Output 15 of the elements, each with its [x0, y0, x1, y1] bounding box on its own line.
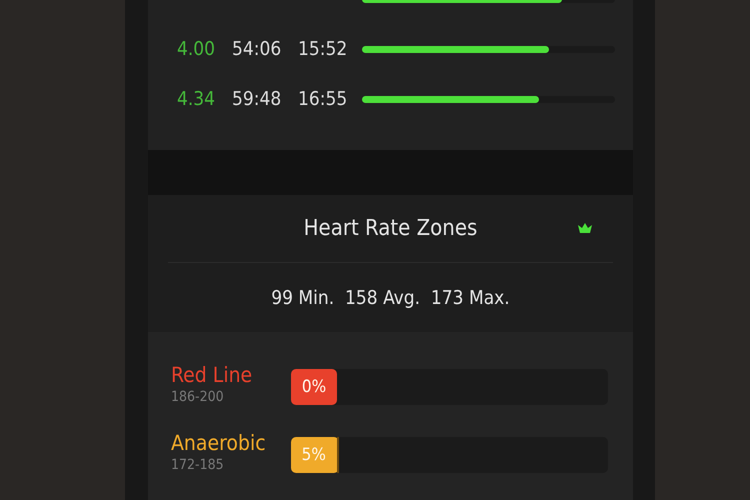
- zone-range: 172-185: [171, 456, 225, 474]
- section-title: Heart Rate Zones: [304, 216, 478, 241]
- pace-value: 16:55: [298, 88, 348, 110]
- zone-range: 186-200: [171, 388, 225, 406]
- mile-value: 4.34: [177, 88, 216, 110]
- zone-name: Red Line: [171, 362, 254, 388]
- zone-percent: 0%: [300, 376, 328, 399]
- pace-value: 15:52: [298, 38, 348, 60]
- time-value: 59:48: [232, 88, 282, 110]
- time-value: 54:06: [232, 38, 282, 60]
- heart-rate-summary: 99 Min. 158 Avg. 173 Max.: [270, 286, 511, 310]
- zone-percent: 5%: [300, 444, 327, 467]
- crown-icon: [577, 222, 593, 234]
- zone-name: Anaerobic: [171, 430, 267, 456]
- mile-value: 4.00: [177, 38, 216, 60]
